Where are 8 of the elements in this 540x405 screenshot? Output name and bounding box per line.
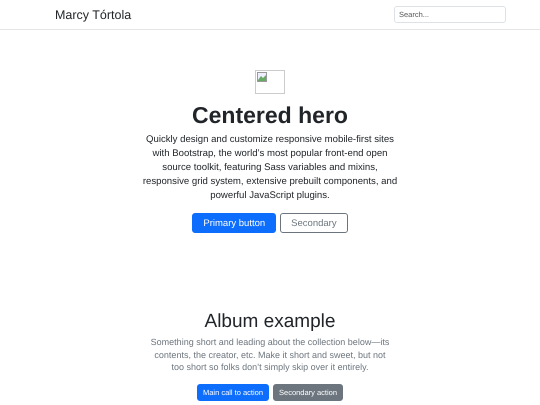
broken-image-icon bbox=[255, 70, 285, 94]
brand-name[interactable]: Marcy Tórtola bbox=[55, 8, 132, 22]
album-title: Album example bbox=[204, 311, 336, 333]
primary-button[interactable]: Primary button bbox=[192, 213, 276, 233]
hero-description: Quickly design and customize responsive mobile-first sites with Bootstrap, the world’s most popular front-end open source toolkit, featuring Sass variables and mixins, responsive grid system, extensive prebuilt components, and powerful JavaScript plugins. bbox=[142, 133, 398, 203]
secondary-button[interactable]: Secondary bbox=[280, 213, 348, 233]
album-description: Something short and leading about the collection below—its contents, the creator, etc. Make it short and sweet, but not too short so folks don’t simply skip over it entirely. bbox=[150, 336, 390, 374]
hero-title: Centered hero bbox=[192, 102, 348, 129]
